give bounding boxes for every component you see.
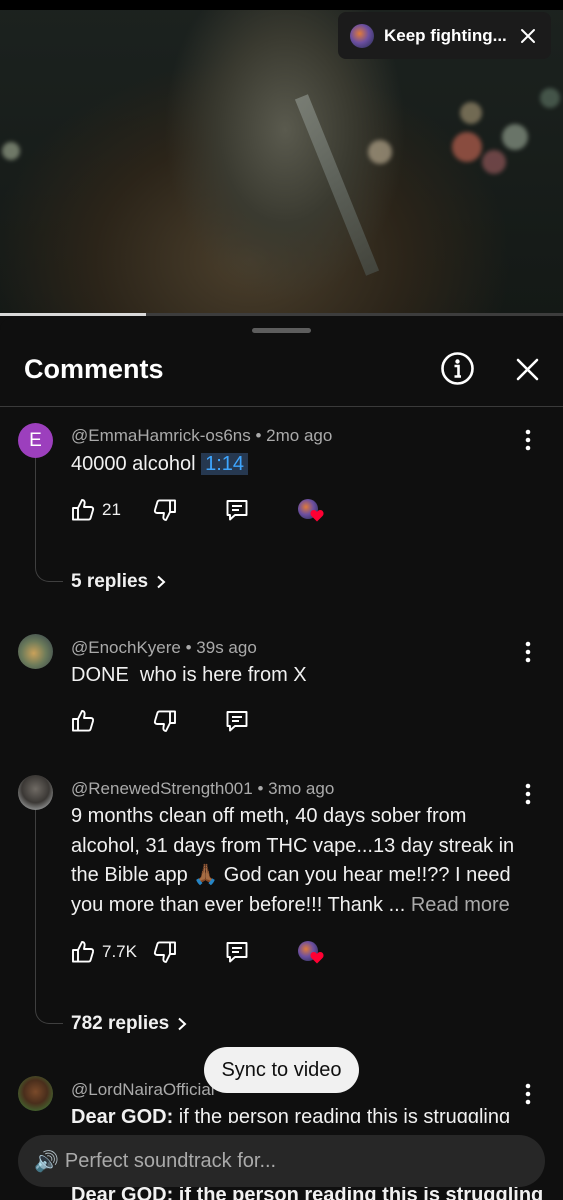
composer-placeholder: Perfect soundtrack for...: [64, 1149, 277, 1172]
creator-heart: [298, 941, 324, 965]
comment-text: 40000 alcohol 1:14: [71, 450, 521, 480]
more-vert-icon[interactable]: [518, 640, 538, 664]
read-more-link[interactable]: Read more: [411, 894, 510, 916]
comment-actions: 21: [70, 497, 370, 527]
thread-line: [35, 810, 63, 1024]
comment-author[interactable]: @LordNairaOfficial: [71, 1080, 215, 1099]
replies-button[interactable]: 782 replies: [71, 1013, 189, 1035]
like-button[interactable]: [70, 708, 96, 734]
video-bokeh: [502, 124, 528, 150]
replies-count: 782 replies: [71, 1013, 170, 1034]
reply-icon: [226, 711, 248, 732]
video-bokeh: [368, 140, 392, 164]
close-icon[interactable]: [519, 27, 537, 45]
more-vert-icon[interactable]: [518, 428, 538, 452]
reply-icon: [226, 500, 248, 521]
meta-separator: •: [185, 638, 197, 657]
video-bokeh: [460, 102, 482, 124]
comment-author[interactable]: @EmmaHamrick-os6ns: [71, 426, 251, 445]
comment-text: DONE who is here from X: [71, 664, 307, 686]
comment-age: 3mo ago: [268, 779, 335, 798]
drag-handle[interactable]: [252, 328, 311, 333]
like-count: 21: [102, 500, 121, 519]
thumb-down-icon: [153, 499, 176, 521]
comment-age: 2mo ago: [266, 426, 333, 445]
sync-to-video-button[interactable]: Sync to video: [204, 1047, 359, 1093]
thumb-up-icon: [72, 710, 95, 732]
timestamp-link[interactable]: 1:14: [201, 453, 249, 475]
comment-composer[interactable]: 🔊 Perfect soundtrack for...: [18, 1135, 545, 1187]
like-count: 7.7K: [102, 942, 137, 961]
dislike-button[interactable]: [152, 939, 178, 965]
comment-text: 9 months clean off meth, 40 days sober f…: [71, 802, 521, 920]
chevron-right-icon: [157, 575, 166, 589]
channel-avatar: [350, 23, 374, 48]
like-button[interactable]: 7.7K: [70, 939, 137, 965]
thread-line: [35, 458, 63, 582]
comment-author[interactable]: @EnochKyere: [71, 638, 181, 657]
reply-button[interactable]: [224, 708, 250, 734]
comment-meta: @RenewedStrength001 • 3mo ago: [71, 779, 334, 799]
miniplayer-chip[interactable]: Keep fighting...: [338, 12, 551, 59]
status-strip: [0, 0, 563, 10]
thumb-up-icon: [72, 941, 95, 963]
heart-icon: [310, 952, 324, 964]
comment-actions: 7.7K: [70, 939, 370, 969]
replies-button[interactable]: 5 replies: [71, 571, 168, 593]
divider: [0, 406, 563, 407]
dislike-button[interactable]: [152, 497, 178, 523]
info-circle-icon[interactable]: [440, 351, 475, 386]
avatar[interactable]: E: [18, 423, 53, 458]
like-button[interactable]: 21: [70, 497, 121, 523]
comment-age: 39s ago: [196, 638, 257, 657]
avatar[interactable]: [18, 775, 53, 810]
comment-text-prefix: 40000 alcohol: [71, 453, 202, 475]
reply-icon: [226, 942, 248, 963]
heart-icon: [310, 510, 324, 522]
avatar[interactable]: [18, 1076, 53, 1111]
creator-heart: [298, 499, 324, 523]
more-vert-icon[interactable]: [518, 782, 538, 806]
comment-meta: @LordNairaOfficial: [71, 1080, 215, 1100]
comment-author[interactable]: @RenewedStrength001: [71, 779, 253, 798]
speaker-icon: 🔊: [34, 1150, 59, 1173]
meta-separator: •: [257, 779, 269, 798]
video-progress-fill: [0, 313, 147, 316]
dislike-button[interactable]: [152, 708, 178, 734]
comment-meta: @EmmaHamrick-os6ns • 2mo ago: [71, 426, 332, 446]
thumb-up-icon: [72, 499, 95, 521]
thumb-down-icon: [153, 941, 176, 963]
video-frame-detail: [294, 94, 380, 276]
video-player[interactable]: Keep fighting...: [0, 0, 563, 316]
meta-separator: •: [255, 426, 267, 445]
comment-meta: @EnochKyere • 39s ago: [71, 638, 257, 658]
close-icon[interactable]: [515, 357, 540, 382]
video-bokeh: [2, 142, 20, 160]
panel-title: Comments: [24, 354, 164, 384]
video-bokeh: [540, 88, 560, 108]
replies-count: 5 replies: [71, 571, 149, 592]
reply-button[interactable]: [224, 939, 250, 965]
reply-button[interactable]: [224, 497, 250, 523]
avatar[interactable]: [18, 634, 53, 669]
chip-title: Keep fighting...: [384, 25, 507, 45]
thumb-down-icon: [153, 710, 176, 732]
more-vert-icon[interactable]: [518, 1082, 538, 1106]
chevron-right-icon: [178, 1017, 187, 1031]
comment-actions: [70, 708, 370, 738]
video-bokeh: [452, 132, 482, 162]
video-bokeh: [482, 150, 506, 174]
